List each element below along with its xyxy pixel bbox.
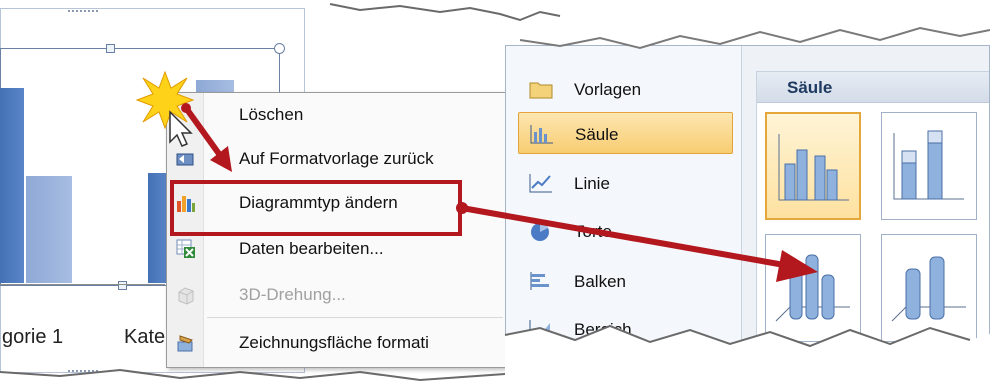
category-item-pie[interactable]: Torte xyxy=(518,210,733,252)
subtype-stacked-column[interactable] xyxy=(881,112,977,220)
column-chart-icon xyxy=(530,125,553,144)
category-item-area[interactable]: Bereich xyxy=(518,308,733,350)
stacked-column-icon xyxy=(893,130,964,200)
chart-type-dialog: Vorlagen Säule Linie Torte Balken Bereic… xyxy=(505,45,990,370)
category-item-column[interactable]: Säule xyxy=(518,112,733,154)
menu-item-label: Löschen xyxy=(239,105,304,124)
x-axis-line xyxy=(0,284,165,285)
category-label-2: Kate xyxy=(124,326,166,348)
chart-bar[interactable] xyxy=(148,173,168,283)
category-label: Balken xyxy=(574,272,626,291)
resize-handle[interactable] xyxy=(118,281,127,290)
category-item-bar[interactable]: Balken xyxy=(518,260,733,302)
menu-item-label: Daten bearbeiten... xyxy=(239,239,384,258)
menu-item-label: 3D-Drehung... xyxy=(239,285,346,304)
chart-subtype-panel: Säule xyxy=(756,71,989,369)
category-item-templates[interactable]: Vorlagen xyxy=(518,68,733,110)
section-header: Säule xyxy=(757,72,989,103)
chart-category-list: Vorlagen Säule Linie Torte Balken Bereic… xyxy=(506,46,742,369)
chart-bar[interactable] xyxy=(0,88,24,283)
resize-grip-top[interactable] xyxy=(68,10,98,16)
format-plot-area-icon xyxy=(177,335,193,352)
bar-chart-icon xyxy=(530,272,549,290)
resize-grip-bottom[interactable] xyxy=(68,370,98,376)
menu-item-reset-style[interactable]: Auf Formatvorlage zurück xyxy=(167,137,505,179)
subtype-3d-stacked-cylinder[interactable] xyxy=(881,234,977,342)
line-chart-icon xyxy=(529,174,552,193)
subtype-3d-cylinder-column[interactable] xyxy=(765,234,861,342)
3d-rotation-icon xyxy=(178,287,194,305)
category-item-line[interactable]: Linie xyxy=(518,162,733,204)
category-label: Säule xyxy=(575,125,619,144)
section-title: Säule xyxy=(787,78,833,97)
menu-item-delete[interactable]: Löschen xyxy=(167,93,505,135)
clustered-column-icon xyxy=(778,134,849,201)
menu-item-label: Auf Formatvorlage zurück xyxy=(239,149,434,168)
category-label: Linie xyxy=(574,174,610,193)
menu-separator xyxy=(207,317,503,318)
reset-style-icon xyxy=(176,153,194,166)
resize-handle[interactable] xyxy=(274,43,285,54)
pie-chart-icon xyxy=(531,223,549,241)
resize-handle[interactable] xyxy=(106,44,115,53)
category-label: Bereich xyxy=(574,320,632,339)
chart-bar[interactable] xyxy=(26,176,72,283)
edit-data-icon xyxy=(176,239,195,258)
subtype-clustered-column[interactable] xyxy=(765,112,861,220)
highlight-box xyxy=(170,180,462,236)
stacked-cylinder-icon xyxy=(891,256,966,322)
category-label: Vorlagen xyxy=(574,80,642,99)
category-label-1: gorie 1 xyxy=(2,326,64,348)
menu-item-label: Zeichnungsfläche formati xyxy=(239,333,429,352)
menu-item-format-plot-area[interactable]: Zeichnungsfläche formati xyxy=(167,321,505,363)
menu-item-3d-rotation[interactable]: 3D-Drehung... xyxy=(167,273,505,315)
area-chart-icon xyxy=(529,320,552,339)
cylinder-column-icon xyxy=(775,254,850,322)
folder-icon xyxy=(529,82,553,99)
category-label: Torte xyxy=(574,222,612,241)
